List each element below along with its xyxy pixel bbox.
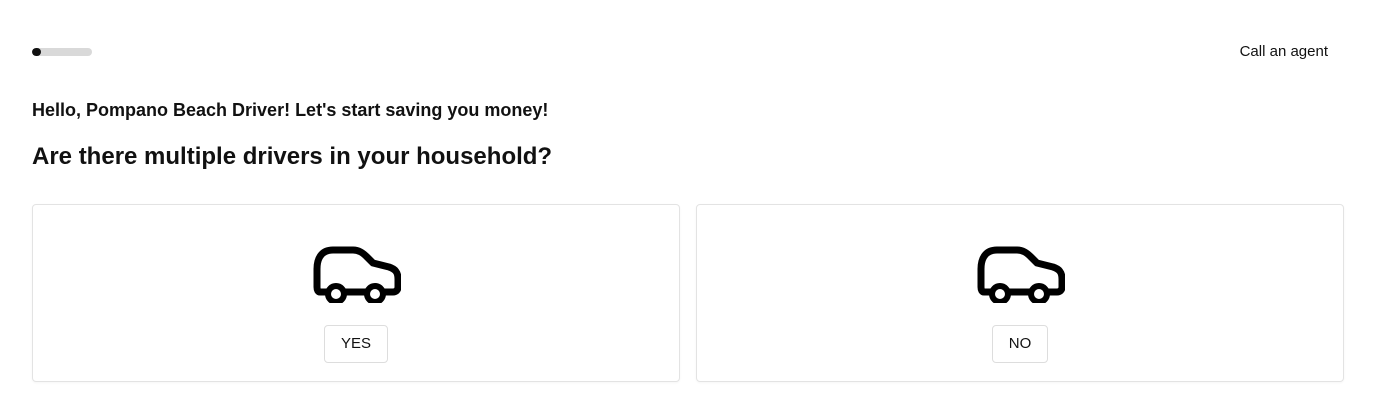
progress-bar-fill [32, 48, 41, 56]
page: Call an agent Hello, Pompano Beach Drive… [0, 0, 1376, 414]
progress-bar [32, 48, 92, 56]
yes-button[interactable]: YES [323, 325, 388, 363]
car-icon [313, 246, 401, 303]
option-card-yes[interactable]: YES [32, 204, 680, 382]
answer-options: YES NO [32, 204, 1344, 382]
call-agent-link[interactable]: Call an agent [1240, 42, 1328, 62]
question-heading: Are there multiple drivers in your house… [32, 143, 553, 170]
car-icon [977, 246, 1065, 303]
greeting-text: Hello, Pompano Beach Driver! Let's start… [32, 100, 549, 120]
no-button[interactable]: NO [991, 325, 1049, 363]
option-card-no[interactable]: NO [696, 204, 1344, 382]
